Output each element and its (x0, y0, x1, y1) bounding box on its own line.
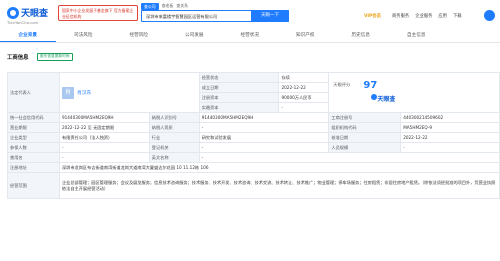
search-tab-relation[interactable]: 查关系 (176, 3, 188, 10)
rep-cell: 肖 肖汉东 (58, 72, 200, 113)
term-value: 2022-12-22 至 无固定期限 (58, 122, 150, 133)
top-header: 天眼查 TianYanCha.com 国家中小企业发展子基金旗下 官方备案企业征… (0, 0, 500, 29)
tab-operation-status[interactable]: 经营状况 (222, 29, 278, 42)
insured-value: - (58, 142, 150, 153)
search-type-tabs: 查公司 查老板 查关系 (141, 3, 188, 10)
section-title: 工商信息 (7, 55, 29, 61)
scope-value: 企业总部管理；园区管理服务；会议及展览服务；信息技术咨询服务；技术服务、技术开发… (58, 172, 500, 199)
credit-label: 统一社会信用代码 (7, 112, 60, 123)
taxid-label: 纳税人识别号 (148, 112, 200, 123)
reg-value: 440300214509602 (400, 112, 500, 123)
vip-link[interactable]: VIP会员 (364, 13, 381, 19)
search-button[interactable]: 天眼一下 (251, 10, 289, 22)
en-value: - (198, 152, 500, 163)
search-tab-boss[interactable]: 查老板 (162, 3, 174, 10)
paid-label: 实缴资本 (198, 102, 280, 113)
addr-label: 注册地址 (7, 162, 60, 173)
org-label: 组织机构代码 (328, 122, 402, 133)
logo[interactable]: 天眼查 (7, 6, 48, 19)
formername-value: - (58, 152, 150, 163)
en-label: 英文名称 (148, 152, 200, 163)
tab-development[interactable]: 公司发展 (167, 29, 223, 42)
org-value: MA5HM2EQ-9 (400, 122, 500, 133)
main-tabs: 企业背景 司法风险 经营风险 公司发展 经营状况 知识产权 历史信息 自主信息 (0, 29, 500, 43)
capital-value: 90000万人民币 (278, 92, 330, 103)
tab-background[interactable]: 企业背景 (0, 29, 56, 42)
scope-label: 经营范围 (7, 172, 60, 199)
nav-apps[interactable]: 应用 (438, 13, 447, 19)
paid-value: - (278, 102, 330, 113)
brand-text: 天眼查 (377, 95, 396, 103)
tab-self-info[interactable]: 自主信息 (389, 29, 445, 42)
insured-label: 参保人数 (7, 142, 60, 153)
status-label: 经营状态 (198, 72, 280, 83)
found-value: 2022-12-22 (278, 82, 330, 93)
addr-value: 深圳市龙岗区布吉街道南湾街道龙岗大道南湾大厦盛达尔花园 10 11.12栋 10… (58, 162, 500, 173)
approve-label: 核准日期 (328, 132, 402, 143)
staff-value: - (400, 142, 500, 153)
tab-ip[interactable]: 知识产权 (278, 29, 334, 42)
staff-label: 人员规模 (328, 142, 402, 153)
credit-value: 91440300MA5HM2EQ9H (58, 112, 150, 123)
top-nav: 商务服务 企业服务 应用 下载 (392, 13, 462, 19)
industry-value: 研究和试验发展 (198, 132, 330, 143)
logo-url: TianYanCha.com (7, 20, 39, 25)
formername-label: 曾用名 (7, 152, 60, 163)
tab-operation-risk[interactable]: 经营风险 (111, 29, 167, 42)
logo-eye-icon (7, 6, 19, 19)
score-cell: 天眼评分 97 天眼查 (328, 72, 500, 113)
user-avatar[interactable] (484, 10, 495, 21)
type-value: 有限责任公司（法人独资） (58, 132, 150, 143)
rep-label: 法定代表人 (7, 72, 60, 113)
nav-download[interactable]: 下载 (453, 13, 462, 19)
capital-label: 注册资本 (198, 92, 280, 103)
search-tab-company[interactable]: 查公司 (141, 3, 159, 10)
logo-text: 天眼查 (21, 9, 49, 19)
nav-business-service[interactable]: 商务服务 (392, 13, 409, 19)
qual-value: - (198, 122, 330, 133)
found-label: 成立日期 (198, 82, 280, 93)
industry-label: 行业 (148, 132, 200, 143)
reg-label: 工商注册号 (328, 112, 402, 123)
nav-enterprise-service[interactable]: 企业服务 (415, 13, 432, 19)
status-value: 存续 (278, 72, 330, 83)
tab-history[interactable]: 历史信息 (333, 29, 389, 42)
tab-judicial-risk[interactable]: 司法风险 (56, 29, 112, 42)
score-value[interactable]: 97 (363, 80, 377, 91)
type-label: 企业类型 (7, 132, 60, 143)
taxid-value: 91440300MA5HM2EQ9H (198, 112, 330, 123)
update-badge: 股东信息更新时间 (37, 53, 73, 61)
rep-avatar: 肖 (61, 86, 74, 99)
promo-banner[interactable]: 国家中小企业发展子基金旗下 官方备案企业征信机构 (58, 5, 138, 21)
reg-org-value: - (198, 142, 330, 153)
qual-label: 纳税人资质 (148, 122, 200, 133)
business-info-table: 法定代表人 肖 肖汉东 经营状态 存续 天眼评分 97 天眼查 成立日期 202… (7, 72, 500, 199)
term-label: 营业期限 (7, 122, 60, 133)
rep-name-link[interactable]: 肖汉东 (77, 89, 91, 96)
score-label: 天眼评分 (333, 81, 351, 87)
reg-org-label: 登记机关 (148, 142, 200, 153)
approve-value: 2022-12-22 (400, 132, 500, 143)
